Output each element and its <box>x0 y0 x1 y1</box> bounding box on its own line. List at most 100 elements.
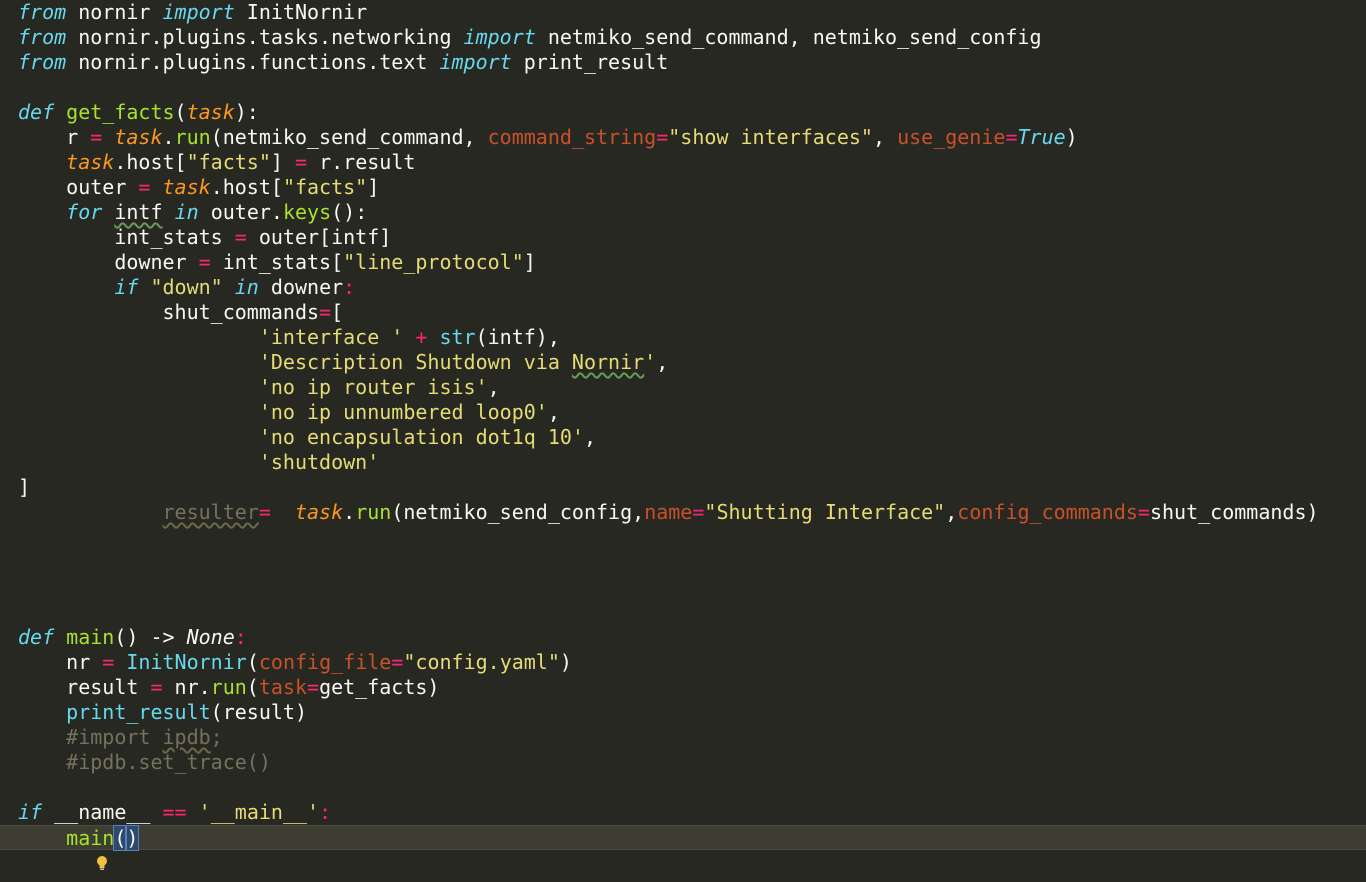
operator: = <box>1005 125 1018 149</box>
code-text: r <box>18 125 91 149</box>
keyword-argument: task <box>258 675 308 699</box>
code-line-2[interactable]: from nornir.plugins.tasks.networking imp… <box>0 25 1366 50</box>
operator: = <box>234 225 247 249</box>
code-text: ) <box>1065 125 1078 149</box>
string-literal: 'shutdown' <box>258 450 380 474</box>
code-line-13[interactable]: shut_commands=[ <box>0 300 1366 325</box>
code-line-3[interactable]: from nornir.plugins.functions.text impor… <box>0 50 1366 75</box>
code-line-4[interactable] <box>0 75 1366 100</box>
code-text: () -> <box>114 625 187 649</box>
operator: = <box>307 675 320 699</box>
operator: : <box>319 800 332 824</box>
code-text: downer <box>258 275 344 299</box>
code-line-6[interactable]: r = task.run(netmiko_send_command, comma… <box>0 125 1366 150</box>
comment: #ipdb.set_trace() <box>18 750 271 774</box>
string-literal: '__main__' <box>198 800 320 824</box>
code-text: [ <box>331 300 344 324</box>
keyword: import <box>162 0 235 24</box>
code-line-16[interactable]: 'no ip router isis', <box>0 375 1366 400</box>
code-text: print_result <box>511 50 669 74</box>
class-name: InitNornir <box>126 650 247 674</box>
code-text: (intf), <box>475 325 560 349</box>
code-text: ( <box>174 100 187 124</box>
code-text: , <box>583 425 596 449</box>
code-text: nr. <box>162 675 211 699</box>
code-text: .host[ <box>114 150 187 174</box>
code-text: InitNornir <box>234 0 368 24</box>
code-line-11[interactable]: downer = int_stats["line_protocol"] <box>0 250 1366 275</box>
code-editor[interactable]: from nornir import InitNornir from norni… <box>0 0 1366 882</box>
code-line-12[interactable]: if "down" in downer: <box>0 275 1366 300</box>
string-literal: "facts" <box>282 175 368 199</box>
code-line-7[interactable]: task.host["facts"] = r.result <box>0 150 1366 175</box>
code-text: nornir <box>66 0 163 24</box>
code-line-9[interactable]: for intf in outer.keys(): <box>0 200 1366 225</box>
comment: #import <box>18 725 163 749</box>
code-line-1[interactable]: from nornir import InitNornir <box>0 0 1366 25</box>
operator: = <box>138 175 151 199</box>
code-text: outer <box>18 175 139 199</box>
keyword-argument: config_commands <box>957 500 1138 524</box>
code-text: , <box>656 350 669 374</box>
code-line-27[interactable]: nr = InitNornir(config_file="config.yaml… <box>0 650 1366 675</box>
keyword-argument: config_file <box>258 650 392 674</box>
code-text: outer[intf] <box>246 225 392 249</box>
code-line-10[interactable]: int_stats = outer[intf] <box>0 225 1366 250</box>
string-literal: "show interfaces" <box>668 125 873 149</box>
code-line-29[interactable]: print_result(result) <box>0 700 1366 725</box>
operator: = <box>656 125 669 149</box>
current-line[interactable]: main() <box>0 825 1366 870</box>
code-text: result <box>18 675 151 699</box>
code-line-14[interactable]: 'interface ' + str(intf), <box>0 325 1366 350</box>
operator: : <box>343 275 356 299</box>
function-call: main <box>66 826 115 850</box>
string-literal: "line_protocol" <box>343 250 524 274</box>
keyword: in <box>174 200 199 224</box>
code-text: ) <box>559 650 572 674</box>
code-text: , <box>872 125 898 149</box>
keyword: from <box>18 50 67 74</box>
code-line-31[interactable]: #ipdb.set_trace() <box>0 750 1366 775</box>
code-line-26[interactable]: def main() -> None: <box>0 625 1366 650</box>
code-line-21[interactable]: resulter= task.run(netmiko_send_config,n… <box>0 500 1366 525</box>
string-literal: ' <box>644 350 657 374</box>
keyword: import <box>439 50 512 74</box>
code-text: get_facts) <box>319 675 440 699</box>
code-text: .host[ <box>210 175 283 199</box>
operator: = <box>391 650 404 674</box>
code-line-33[interactable]: if __name__ == '__main__': <box>0 800 1366 825</box>
code-line-8[interactable]: outer = task.host["facts"] <box>0 175 1366 200</box>
code-line-19[interactable]: 'shutdown' <box>0 450 1366 475</box>
method-name: run <box>210 675 247 699</box>
function-name: main <box>66 625 115 649</box>
code-text: r.result <box>307 150 416 174</box>
string-literal: 'no ip unnumbered loop0' <box>258 400 548 424</box>
operator: : <box>234 625 247 649</box>
code-line-18[interactable]: 'no encapsulation dot1q 10', <box>0 425 1366 450</box>
code-line-15[interactable]: 'Description Shutdown via Nornir', <box>0 350 1366 375</box>
code-line-17[interactable]: 'no ip unnumbered loop0', <box>0 400 1366 425</box>
code-line-28[interactable]: result = nr.run(task=get_facts) <box>0 675 1366 700</box>
operator: + <box>415 325 428 349</box>
operator: = <box>692 500 705 524</box>
code-line-5[interactable]: def get_facts(task): <box>0 100 1366 125</box>
unused-variable: resulter <box>162 500 259 524</box>
code-text: shut_commands <box>18 300 320 324</box>
keyword: from <box>18 0 67 24</box>
keyword: from <box>18 25 67 49</box>
keyword-argument: name <box>644 500 693 524</box>
boolean-literal: True <box>1017 125 1066 149</box>
code-text: (): <box>331 200 368 224</box>
code-line-30[interactable]: #import ipdb; <box>0 725 1366 750</box>
code-line-20[interactable]: ] <box>0 475 1366 500</box>
